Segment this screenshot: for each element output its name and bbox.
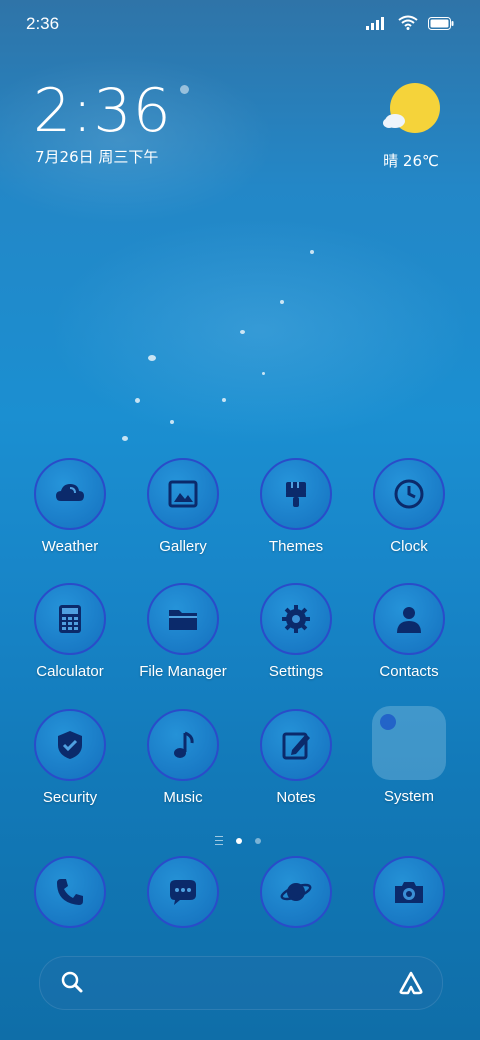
app-icon <box>260 458 332 530</box>
folder-mini-app-icon <box>380 714 396 730</box>
search-bar[interactable] <box>39 956 443 1010</box>
app-icon <box>260 856 332 928</box>
app-icon <box>260 709 332 781</box>
app-gallery[interactable]: Gallery <box>128 458 238 555</box>
app-icon <box>373 856 445 928</box>
page-dot-active <box>236 837 242 844</box>
bubble <box>170 420 174 424</box>
app-themes[interactable]: Themes <box>241 458 351 555</box>
folder-group-icon <box>372 706 446 780</box>
app-music[interactable]: Music <box>128 709 238 806</box>
note-pencil-icon <box>282 732 310 760</box>
bubble <box>135 398 140 403</box>
weather-widget[interactable]: 晴 26℃ <box>376 82 446 171</box>
app-icon <box>147 709 219 781</box>
clock-widget-date[interactable]: 7月26日 周三下午 <box>35 146 158 167</box>
shield-check-icon <box>58 731 82 759</box>
dock-browser[interactable] <box>241 856 351 928</box>
app-label: Gallery <box>159 538 207 555</box>
page-dot <box>255 837 262 844</box>
weather-text: 晴 26℃ <box>383 152 439 170</box>
app-icon <box>34 709 106 781</box>
app-icon <box>147 458 219 530</box>
calculator-icon <box>59 605 81 633</box>
app-label: Themes <box>268 538 324 555</box>
bubble <box>280 300 284 304</box>
dock-camera[interactable] <box>354 856 464 928</box>
dock-phone[interactable] <box>15 856 125 928</box>
app-calculator[interactable]: Calculator <box>15 583 125 680</box>
wifi-icon <box>398 15 418 34</box>
music-note-icon <box>174 731 194 758</box>
sun-cloud-icon <box>381 83 441 140</box>
app-label: Calculator <box>36 663 104 680</box>
app-label: System <box>383 788 434 805</box>
dock-messages[interactable] <box>128 856 238 928</box>
bubble <box>148 355 156 361</box>
status-icons <box>366 15 454 34</box>
app-file-manager[interactable]: File Manager <box>128 583 238 680</box>
app-icon <box>373 458 445 530</box>
app-label: Weather <box>41 538 99 555</box>
person-icon <box>397 607 421 633</box>
signal-icon <box>366 15 388 34</box>
page-indicator[interactable] <box>0 830 480 849</box>
app-label: Security <box>42 789 98 806</box>
clock-widget-time[interactable]: 2:36 <box>33 76 172 146</box>
bubble <box>262 372 265 375</box>
bubble <box>240 330 245 334</box>
app-label: Music <box>163 789 203 806</box>
app-weather[interactable]: Weather <box>15 458 125 555</box>
paintbrush-icon <box>286 482 306 507</box>
app-label: Contacts <box>379 663 439 680</box>
bubble <box>222 398 226 402</box>
battery-icon <box>428 15 454 34</box>
app-icon <box>34 856 106 928</box>
cloud-icon <box>56 484 84 501</box>
search-icon <box>60 970 84 998</box>
app-icon <box>373 583 445 655</box>
planet-icon <box>280 883 312 901</box>
app-icon <box>260 583 332 655</box>
image-icon <box>168 480 198 508</box>
message-icon <box>170 880 196 905</box>
app-drawer-lines-icon <box>214 836 223 845</box>
bubble <box>122 436 128 441</box>
bubble <box>180 85 189 94</box>
app-icon <box>147 583 219 655</box>
bubble <box>310 250 314 254</box>
app-icon <box>147 856 219 928</box>
status-time: 2:36 <box>26 14 60 33</box>
assistant-icon[interactable] <box>398 970 424 1000</box>
app-icon <box>34 458 106 530</box>
app-label: Notes <box>276 789 316 806</box>
clock-icon <box>394 479 424 509</box>
camera-icon <box>395 882 423 903</box>
app-label: Settings <box>268 663 324 680</box>
phone-icon <box>57 879 83 905</box>
gear-icon <box>282 605 310 633</box>
app-label: Clock <box>390 538 428 555</box>
app-folder-system[interactable]: System <box>354 706 464 805</box>
app-settings[interactable]: Settings <box>241 583 351 680</box>
app-icon <box>34 583 106 655</box>
folder-icon <box>169 610 197 630</box>
app-clock[interactable]: Clock <box>354 458 464 555</box>
app-security[interactable]: Security <box>15 709 125 806</box>
app-notes[interactable]: Notes <box>241 709 351 806</box>
status-bar: 2:36 <box>0 0 480 48</box>
app-contacts[interactable]: Contacts <box>354 583 464 680</box>
app-label: File Manager <box>139 663 227 680</box>
